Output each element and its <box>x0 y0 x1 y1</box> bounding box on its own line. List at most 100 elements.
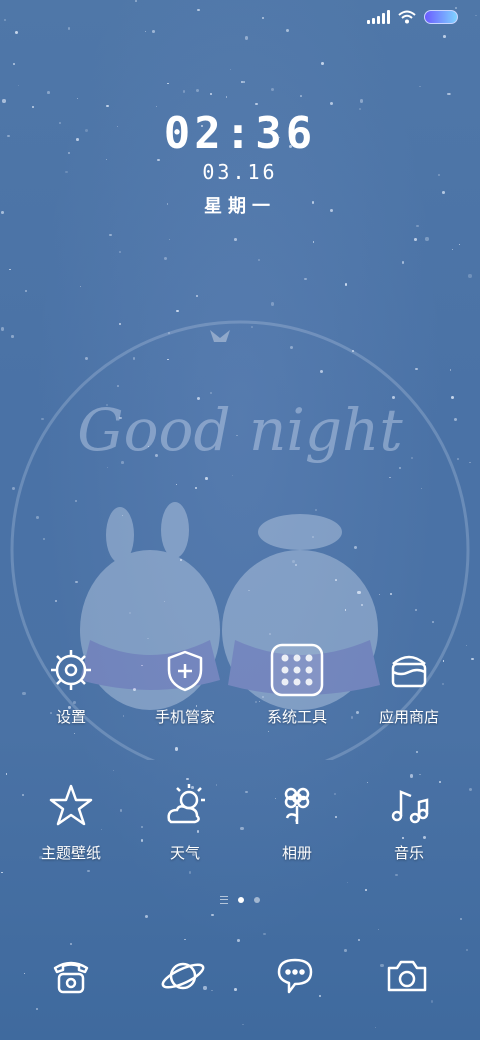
sparkle-dot <box>211 914 214 917</box>
sparkle-dot <box>419 85 421 88</box>
sparkle-dot <box>13 62 15 65</box>
sparkle-dot <box>419 773 421 776</box>
sparkle-dot <box>119 251 122 254</box>
lockscreen-clock[interactable]: 02:36 03.16 星期一 <box>0 108 480 218</box>
cake-store-icon <box>391 655 427 688</box>
app-weather[interactable]: 天气 <box>130 778 240 863</box>
sparkle-dot <box>401 261 404 264</box>
sparkle-dot <box>197 8 200 11</box>
sparkle-dot <box>152 29 156 33</box>
clock-time: 02:36 <box>163 108 317 159</box>
sparkle-dot <box>135 0 138 2</box>
sparkle-dot <box>156 105 158 107</box>
sparkle-dot <box>2 99 6 103</box>
sparkle-dot <box>257 258 260 261</box>
clock-weekday: 星期一 <box>204 196 276 217</box>
gear-icon <box>51 650 91 690</box>
folder-grid-icon <box>270 643 324 697</box>
sparkle-dot <box>166 82 169 85</box>
app-music[interactable]: 音乐 <box>354 778 464 863</box>
page-dot[interactable] <box>254 897 260 903</box>
sparkle-dot <box>35 1007 38 1010</box>
sparkle-dot <box>468 274 472 278</box>
app-phone-manager[interactable]: 手机管家 <box>130 642 240 727</box>
dock-camera[interactable] <box>352 950 462 1002</box>
app-label: 设置 <box>55 708 86 726</box>
sparkle-dot <box>47 91 50 94</box>
sparkle-dot <box>8 268 11 271</box>
sparkle-dot <box>364 889 367 891</box>
sparkle-dot <box>188 871 192 874</box>
sparkle-dot <box>270 88 274 92</box>
planet-icon <box>161 962 205 990</box>
sparkle-dot <box>455 7 457 9</box>
sparkle-dot <box>304 277 308 281</box>
sparkle-dot <box>182 90 186 93</box>
sparkle-dot <box>163 256 168 261</box>
status-bar <box>367 10 458 24</box>
sparkle-dot <box>87 869 90 873</box>
sparkle-dot <box>67 27 71 30</box>
wifi-icon <box>398 10 416 24</box>
sparkle-dot <box>24 289 27 292</box>
sparkle-dot <box>69 942 73 946</box>
sparkle-dot <box>374 1026 376 1029</box>
sparkle-dot <box>320 62 324 65</box>
sun-cloud-icon <box>167 784 205 824</box>
sparkle-dot <box>79 285 82 287</box>
sparkle-dot <box>209 92 213 96</box>
sparkle-dot <box>300 94 302 97</box>
sparkle-dot <box>346 881 349 884</box>
sparkle-dot <box>263 932 266 935</box>
sparkle-dot <box>109 234 112 237</box>
sparkle-dot <box>285 28 290 32</box>
sparkle-dot <box>17 84 20 87</box>
sparkle-dot <box>196 89 200 93</box>
sparkle-dot <box>237 939 241 942</box>
app-gallery[interactable]: 相册 <box>242 778 352 863</box>
sparkle-dot <box>229 68 232 71</box>
chat-bubble-icon <box>277 958 313 994</box>
sparkle-dot <box>1 871 3 874</box>
dock-phone[interactable] <box>16 950 126 1002</box>
shield-plus-icon <box>167 650 203 692</box>
app-label: 天气 <box>169 844 200 862</box>
battery-icon <box>424 10 458 24</box>
dock-browser[interactable] <box>128 950 238 1002</box>
sparkle-dot <box>460 917 463 920</box>
sparkle-dot <box>416 224 419 228</box>
app-system-tools[interactable]: 系统工具 <box>242 642 352 727</box>
sparkle-dot <box>345 283 348 286</box>
sparkle-dot <box>447 92 450 96</box>
sparkle-dot <box>144 914 148 919</box>
sparkle-dot <box>76 98 79 100</box>
sparkle-dot <box>195 294 199 298</box>
sparkle-dot <box>451 248 454 251</box>
sparkle-dot <box>413 238 417 241</box>
sparkle-dot <box>377 928 379 930</box>
sparkle-dot <box>169 238 171 240</box>
sparkle-dot <box>244 36 249 40</box>
music-note-icon <box>391 790 429 824</box>
app-settings[interactable]: 设置 <box>16 642 126 727</box>
sparkle-dot <box>468 787 472 791</box>
sparkle-dot <box>144 30 147 33</box>
app-label: 应用商店 <box>378 708 439 726</box>
app-store[interactable]: 应用商店 <box>354 642 464 727</box>
app-label: 主题壁纸 <box>40 844 101 862</box>
sparkle-dot <box>242 81 245 84</box>
sparkle-dot <box>425 237 429 241</box>
sparkle-dot <box>234 238 238 242</box>
dock-messages[interactable] <box>240 950 350 1002</box>
sparkle-dot <box>261 17 264 20</box>
sparkle-dot <box>329 101 333 105</box>
camera-icon <box>387 960 427 992</box>
sparkle-dot <box>183 938 186 941</box>
page-indicator[interactable] <box>0 896 480 904</box>
clock-date: 03.16 <box>202 160 278 184</box>
phone-icon <box>53 961 89 994</box>
page-dot-active[interactable] <box>238 897 244 903</box>
wallpaper-text: Good night <box>77 396 403 464</box>
app-themes[interactable]: 主题壁纸 <box>16 778 126 863</box>
app-drawer-indicator[interactable] <box>220 896 228 904</box>
